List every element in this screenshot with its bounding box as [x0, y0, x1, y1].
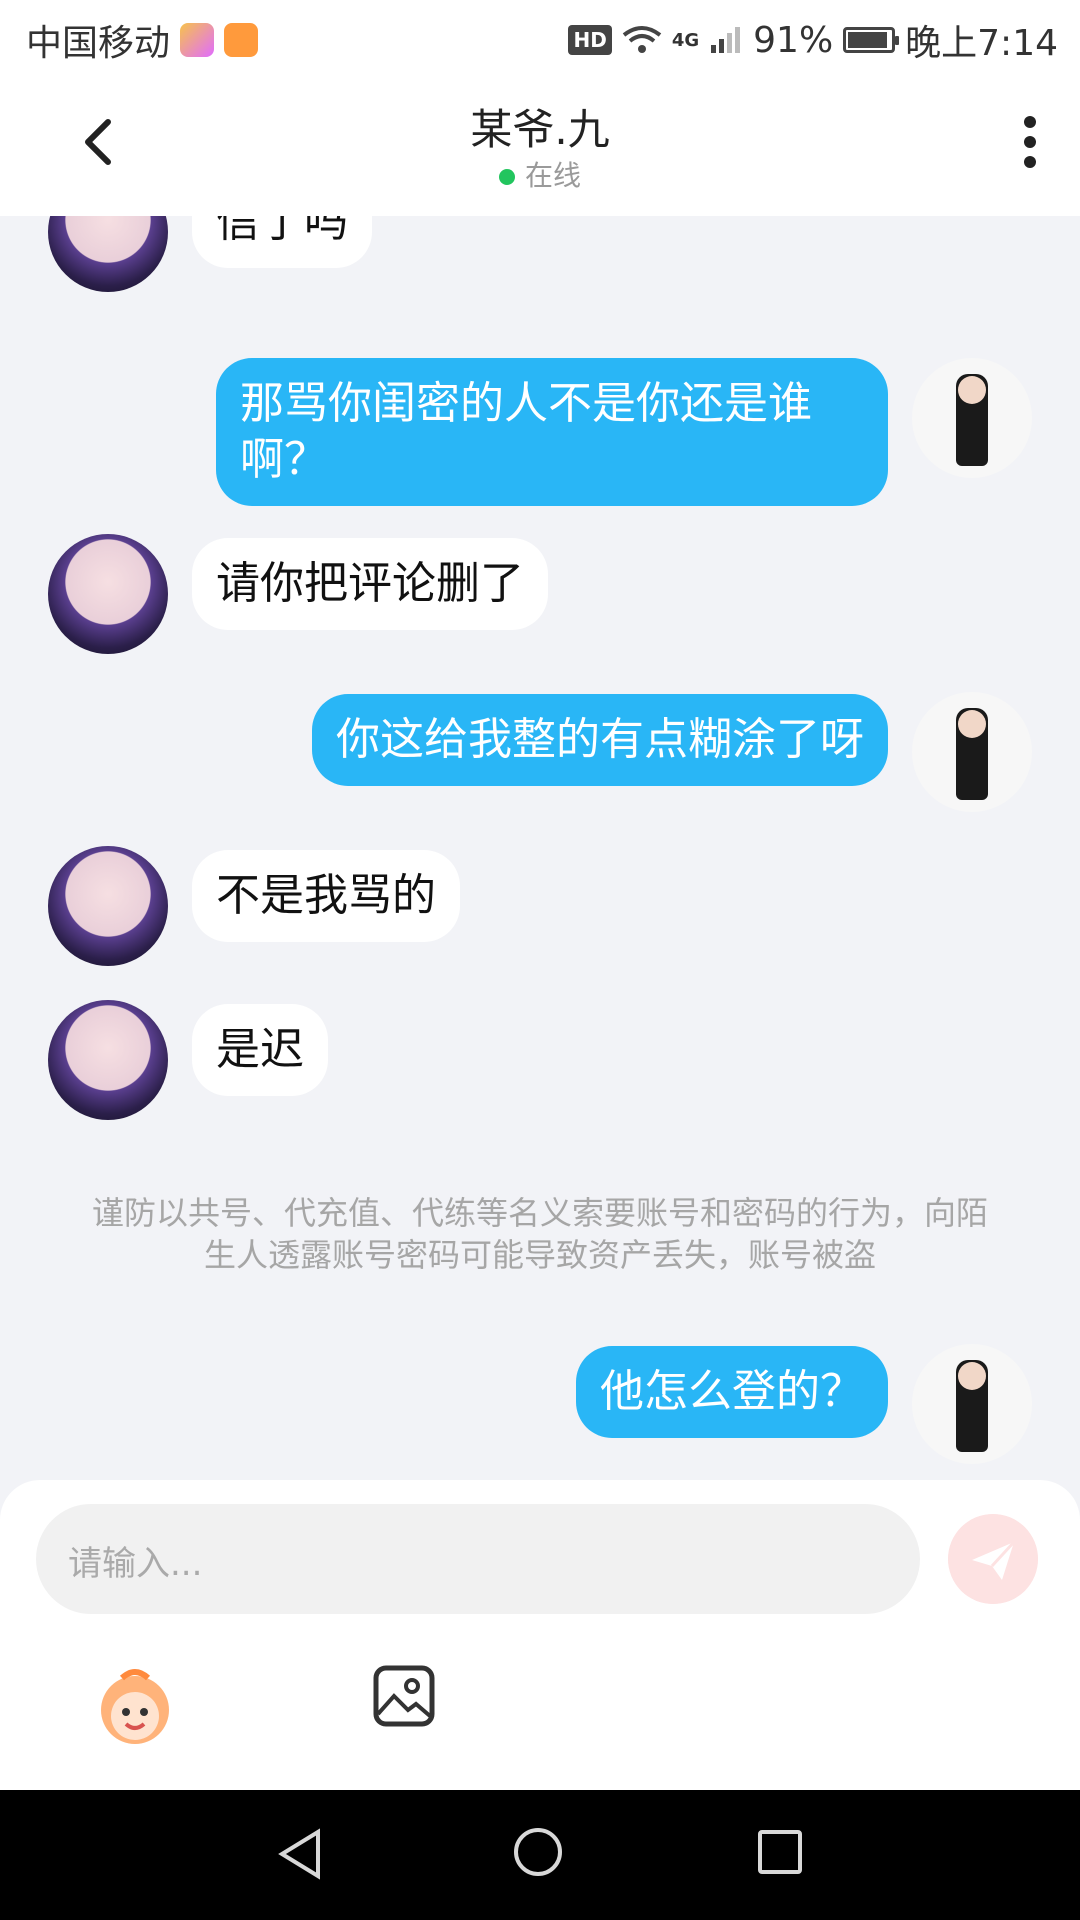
- more-options-icon[interactable]: [1010, 112, 1050, 172]
- message-bubble: 是迟: [192, 1004, 328, 1096]
- signal-icon: [711, 27, 741, 53]
- message-bubble: 他怎么登的？: [576, 1346, 888, 1438]
- recent-square-icon[interactable]: [758, 1830, 802, 1874]
- chat-header: 某爷.九 在线: [0, 72, 1080, 216]
- message-bubble: 不是我骂的: [192, 850, 460, 942]
- system-nav-bar: [0, 1790, 1080, 1920]
- chat-area[interactable]: 信了吗 那骂你闺密的人不是你还是谁啊？ 请你把评论删了 你这给我整的有点糊涂了呀…: [0, 216, 1080, 1480]
- message-bubble: 你这给我整的有点糊涂了呀: [312, 694, 888, 786]
- clock: 晚上7:14: [905, 23, 1058, 64]
- home-circle-icon[interactable]: [514, 1828, 562, 1876]
- send-icon[interactable]: [948, 1514, 1038, 1604]
- app-icon-1: [180, 23, 215, 57]
- emoji-face-icon[interactable]: [92, 1664, 178, 1750]
- contact-avatar[interactable]: [48, 846, 168, 966]
- carrier-label: 中国移动: [26, 23, 171, 64]
- my-avatar[interactable]: [912, 692, 1032, 812]
- input-placeholder: 请输入...: [68, 1544, 203, 1584]
- my-avatar[interactable]: [912, 1344, 1032, 1464]
- contact-avatar[interactable]: [48, 1000, 168, 1120]
- status-right: HD 4G 91% 晚上7:14: [568, 14, 1058, 66]
- contact-avatar[interactable]: [48, 216, 168, 292]
- battery-icon: [843, 27, 900, 53]
- status-bar: 中国移动 HD 4G 91% 晚上7:14: [0, 0, 1080, 72]
- online-label: 在线: [524, 159, 581, 192]
- message-bubble: 信了吗: [192, 216, 372, 268]
- contact-avatar[interactable]: [48, 534, 168, 654]
- message-bubble: 那骂你闺密的人不是你还是谁啊？: [216, 358, 888, 506]
- security-notice: 谨防以共号、代充值、代练等名义索要账号和密码的行为，向陌生人透露账号密码可能导致…: [91, 1194, 988, 1274]
- my-avatar[interactable]: [912, 358, 1032, 478]
- online-status: 在线: [0, 154, 1080, 194]
- message-bubble: 请你把评论删了: [192, 538, 548, 630]
- app-icon-2: [224, 23, 259, 57]
- online-dot-icon: [498, 169, 515, 185]
- message-composer: 请输入...: [0, 1480, 1080, 1790]
- image-icon[interactable]: [372, 1664, 436, 1728]
- network-label: 4G: [671, 29, 700, 51]
- battery-percent: 91%: [753, 19, 834, 61]
- hd-badge: HD: [568, 25, 612, 55]
- wifi-icon: [622, 26, 662, 53]
- chat-title: 某爷.九: [470, 105, 610, 154]
- status-left: 中国移动: [26, 14, 259, 66]
- back-triangle-icon[interactable]: [276, 1828, 324, 1880]
- message-input[interactable]: 请输入...: [36, 1504, 920, 1614]
